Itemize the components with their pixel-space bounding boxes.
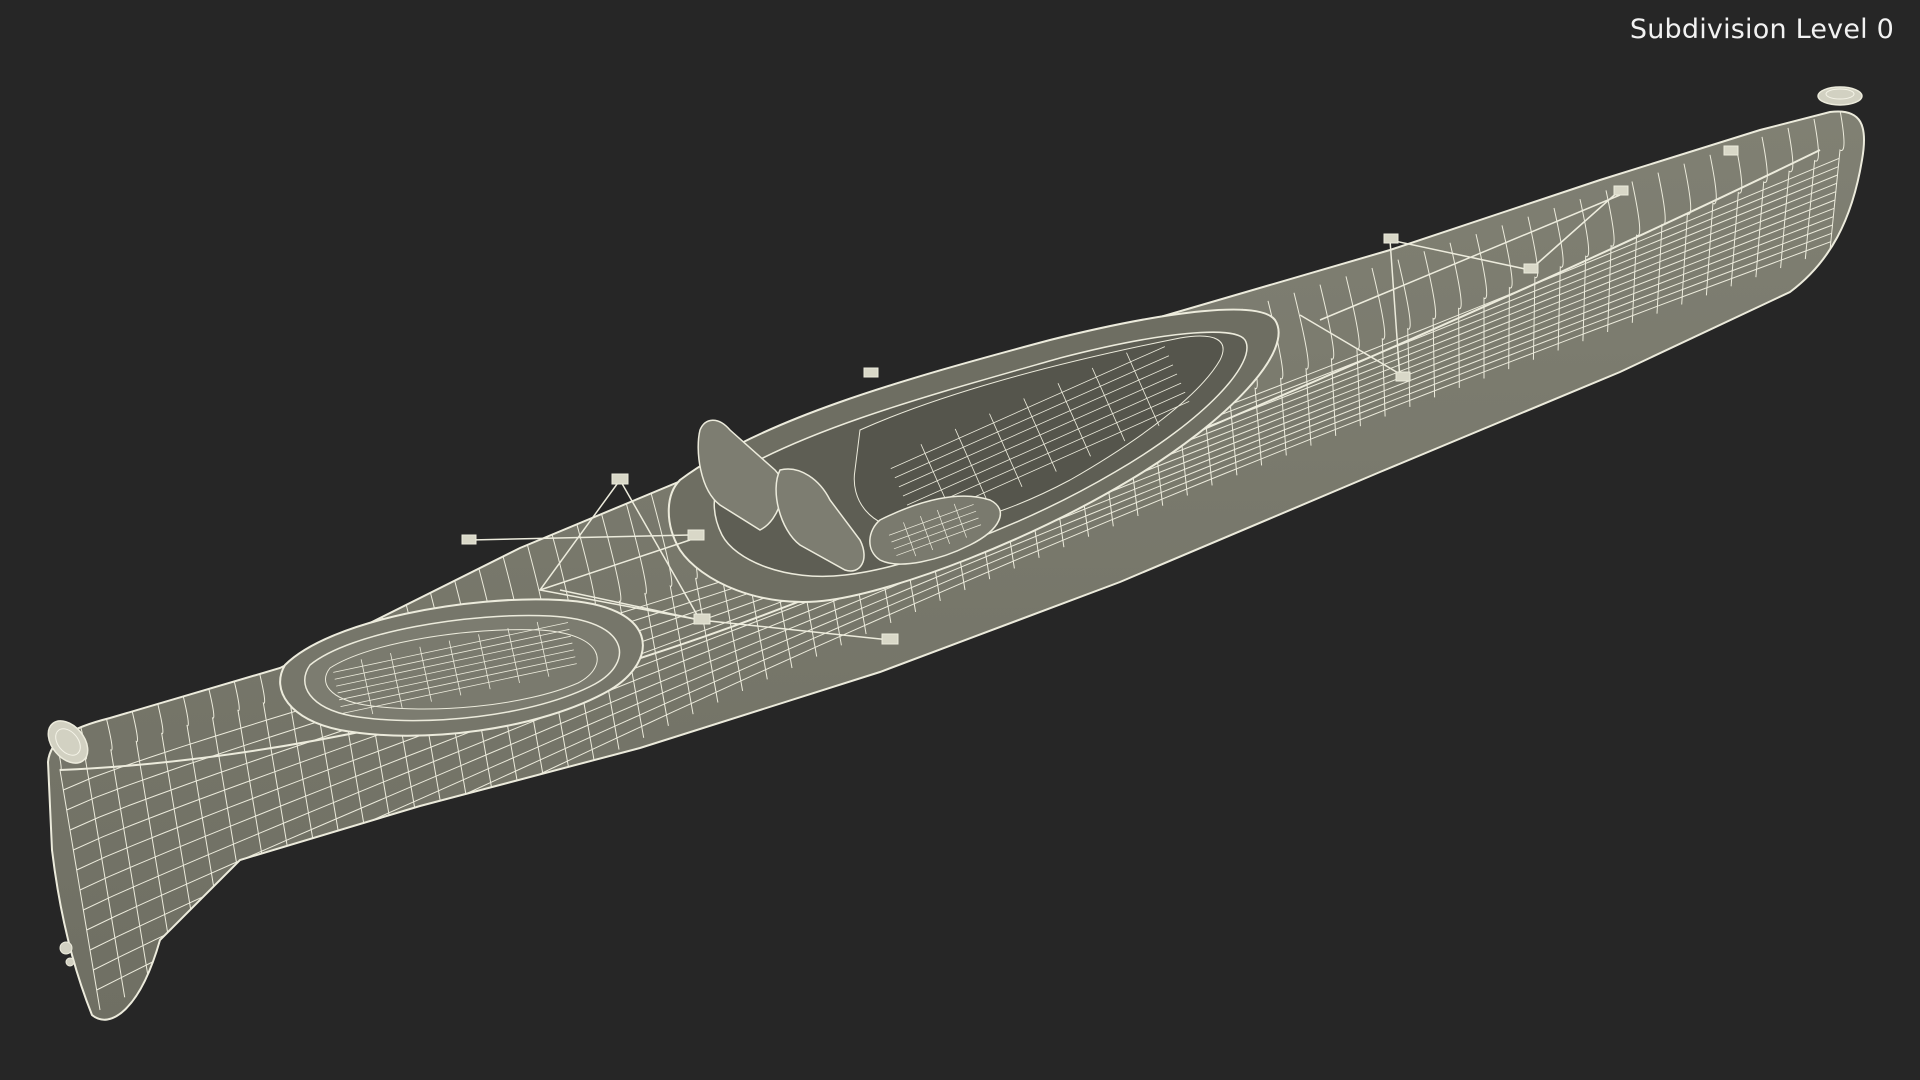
bow-toggle-handle xyxy=(1817,86,1863,106)
kayak-wireframe-model[interactable] xyxy=(0,0,1920,1080)
hull-body xyxy=(46,110,1866,1021)
3d-viewport[interactable]: Subdivision Level 0 xyxy=(0,0,1920,1080)
